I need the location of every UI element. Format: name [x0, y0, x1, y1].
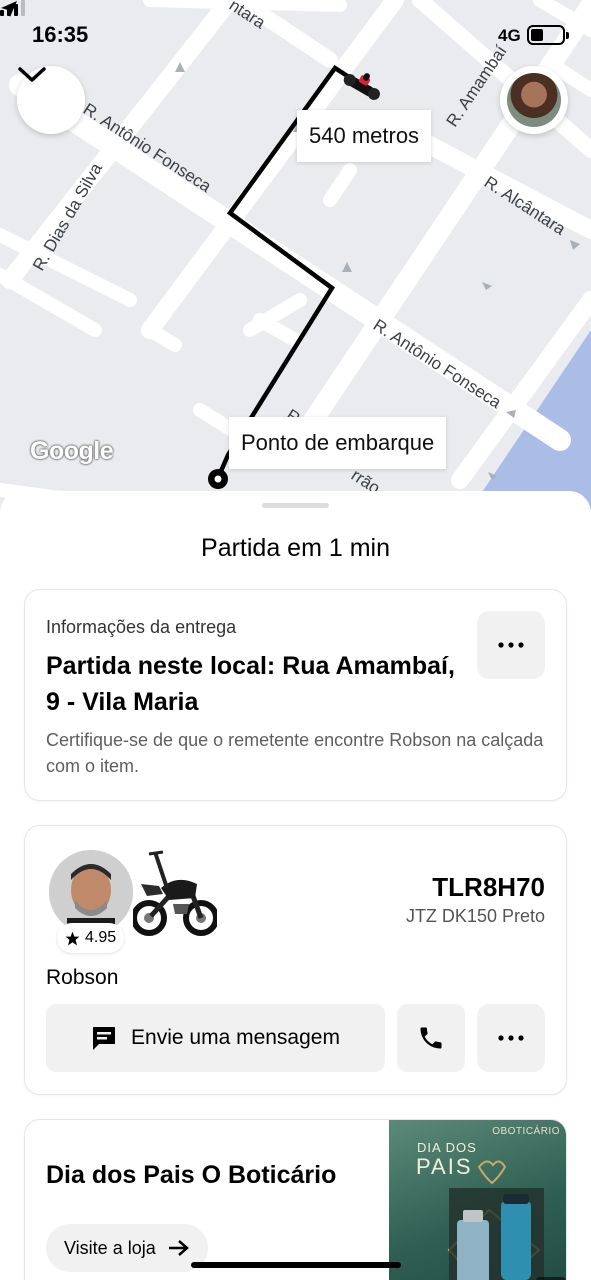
chevron-down-icon	[18, 67, 46, 82]
driver-rating: 4.95	[57, 923, 125, 953]
sheet-title: Partida em 1 min	[201, 534, 390, 562]
info-more-button[interactable]	[477, 611, 545, 679]
avatar	[507, 73, 561, 127]
ad-image[interactable]: OBOTICÁRIO DIA DOS PAIS Ad	[389, 1120, 566, 1280]
trip-bottom-sheet: Partida em 1 min Informações da entrega …	[0, 491, 591, 1280]
ad-card[interactable]: Dia dos Pais O Boticário Visite a loja O…	[24, 1119, 567, 1280]
motorcycle-image	[133, 850, 217, 936]
battery-icon	[527, 25, 569, 45]
network-type: 4G	[498, 26, 521, 45]
perfume-products-image	[447, 1160, 544, 1280]
driver-name: Robson	[46, 966, 119, 989]
courier-avatar-button[interactable]	[500, 66, 568, 134]
pickup-label: Ponto de embarque	[229, 417, 447, 469]
google-logo: Google	[30, 437, 114, 465]
more-icon	[498, 1035, 524, 1041]
info-caption: Informações da entrega	[46, 617, 237, 637]
license-plate: TLR8H70	[432, 872, 545, 902]
send-message-button[interactable]: Envie uma mensagem	[46, 1004, 385, 1072]
status-time: 16:35	[32, 22, 89, 47]
info-description: Certifique-se de que o remetente encontr…	[46, 730, 544, 776]
distance-label: 540 metros	[297, 110, 432, 162]
ad-title: Dia dos Pais O Boticário	[46, 1161, 337, 1189]
pickup-address: Partida neste local: Rua Amambaí, 9 - Vi…	[46, 652, 455, 716]
phone-icon	[420, 1027, 442, 1049]
status-bar: 16:35 4G	[0, 0, 591, 70]
driver-photo	[49, 850, 133, 934]
driver-avatar	[49, 850, 133, 934]
home-indicator	[191, 1262, 401, 1268]
sheet-grabber[interactable]	[262, 503, 329, 508]
visit-store-button[interactable]: Visite a loja	[46, 1224, 208, 1272]
call-button[interactable]	[397, 1004, 465, 1072]
driver-card: 4.95 Robson TLR8H70 JTZ DK150 Preto Envi…	[24, 825, 567, 1095]
visit-store-label: Visite a loja	[64, 1237, 156, 1258]
signal-icon	[0, 0, 25, 16]
driver-more-button[interactable]	[477, 1004, 545, 1072]
more-icon	[498, 642, 524, 648]
collapse-button[interactable]	[17, 66, 85, 134]
map-view[interactable]: R. Antônio Fonseca R. Antônio Fonseca R.…	[0, 0, 591, 510]
message-icon	[93, 1027, 116, 1050]
delivery-info-card: Informações da entrega Partida neste loc…	[24, 589, 567, 801]
street-label: R. Antônio Fonseca	[370, 315, 505, 412]
rating-value: 4.95	[85, 929, 117, 946]
arrow-right-icon	[168, 1240, 189, 1256]
star-icon	[65, 931, 80, 945]
send-message-label: Envie uma mensagem	[131, 1026, 340, 1049]
street-label: R. Dias da Silva	[29, 159, 106, 274]
vehicle-description: JTZ DK150 Preto	[405, 906, 545, 926]
